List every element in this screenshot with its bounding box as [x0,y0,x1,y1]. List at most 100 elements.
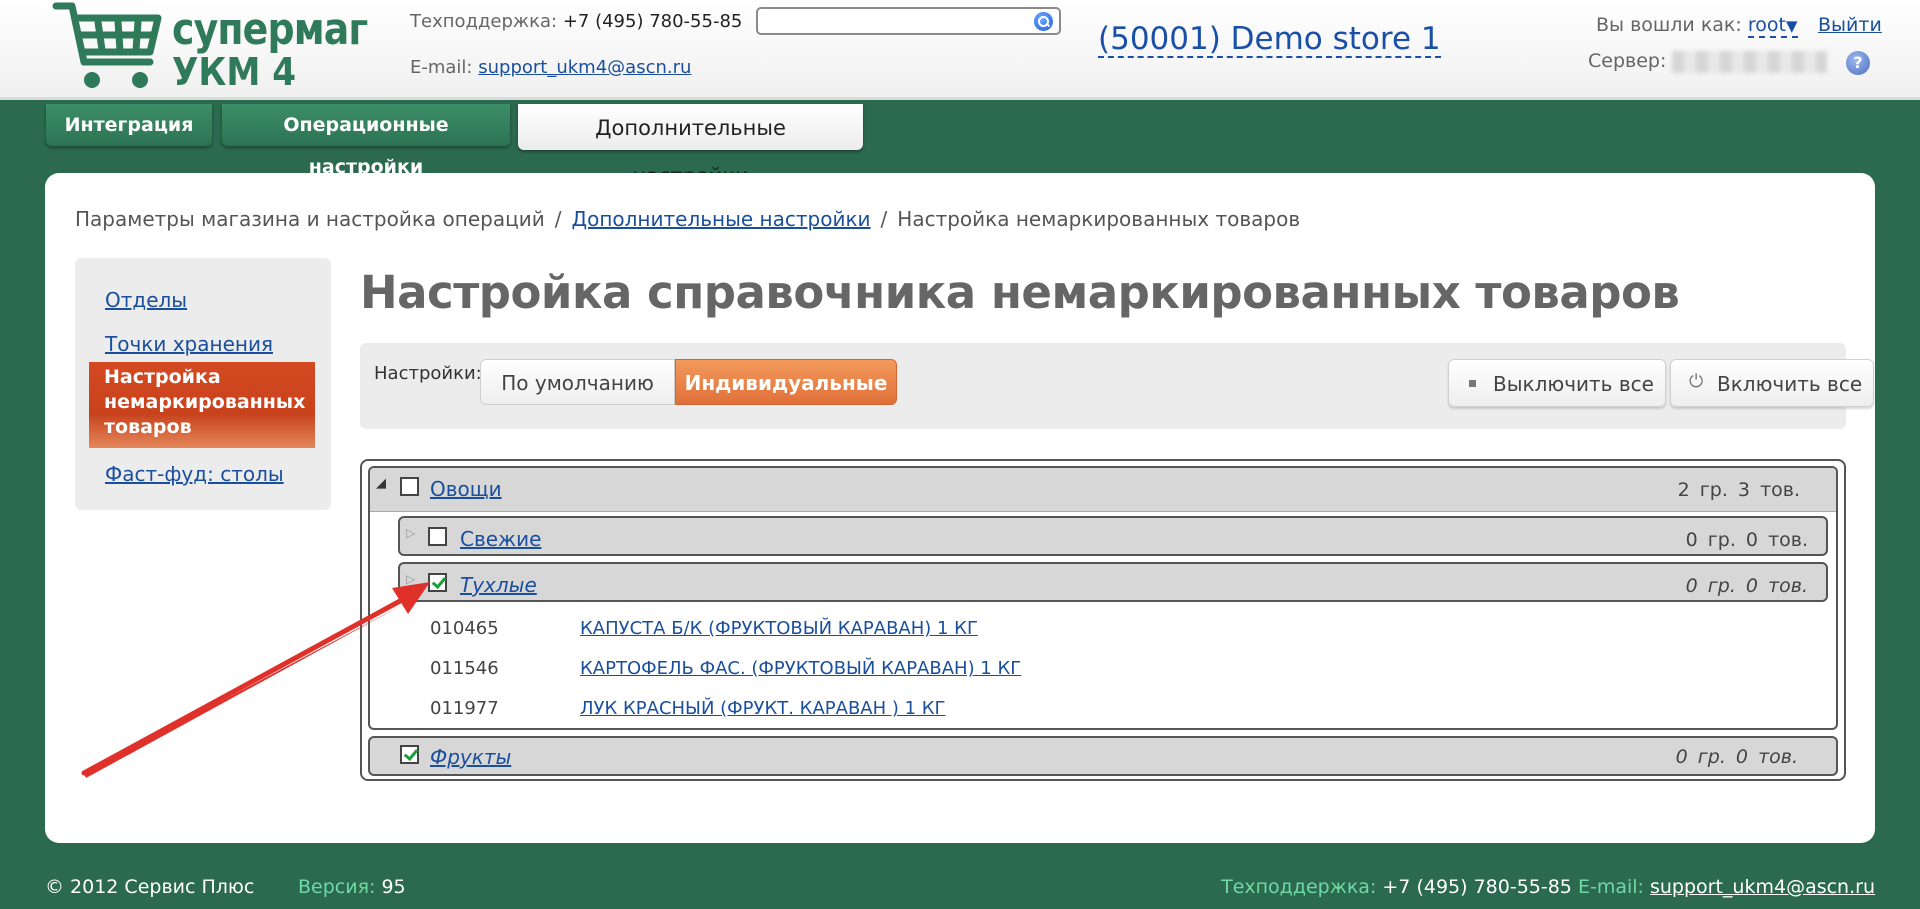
tab-operational-settings[interactable]: Операционные настройки [222,104,510,178]
settings-label: Настройки: [374,363,482,384]
sidebar-item-departments[interactable]: Отделы [105,288,187,312]
product-link[interactable]: КАПУСТА Б/К (ФРУКТОВЫЙ КАРАВАН) 1 КГ [580,618,978,639]
breadcrumb-separator: / [554,207,562,231]
mode-default-button[interactable]: По умолчанию [480,359,675,405]
main-panel: Параметры магазина и настройка операций /… [45,173,1875,843]
footer-version: Версия: 95 [298,876,406,898]
breadcrumb: Параметры магазина и настройка операций /… [75,207,1300,231]
fresh-checkbox[interactable] [428,527,447,546]
caret-down-icon: ▼ [1785,17,1798,35]
tree-node-vegetables[interactable]: Овощи [430,477,502,501]
shopping-cart-icon [52,2,162,88]
logo-subtitle: УКМ 4 [172,50,297,94]
rotten-counts: 0 гр. 0 тов. [1686,575,1808,597]
expand-triangle-icon[interactable]: ▷ [406,526,415,540]
product-code: 011546 [430,658,499,679]
item-count: 0 [1735,746,1749,768]
logo-title: супермаг [172,4,368,55]
mode-custom-button[interactable]: Индивидуальные [675,359,897,405]
breadcrumb-item-additional-settings[interactable]: Дополнительные настройки [571,207,870,231]
collapse-triangle-icon[interactable]: ◢ [376,476,386,491]
product-link[interactable]: ЛУК КРАСНЫЙ (ФРУКТ. КАРАВАН ) 1 КГ [580,698,946,719]
goods-tree: ◢ Овощи 2 гр. 3 тов. ▷ Свежие 0 гр. 0 то… [360,459,1846,781]
user-menu[interactable]: root▼ [1747,14,1798,38]
item-count: 3 [1737,479,1751,501]
power-icon: ⏻ [1689,371,1704,392]
group-abbr: гр. [1697,746,1726,768]
group-abbr: гр. [1707,529,1736,551]
tab-additional-settings[interactable]: Дополнительные настройки [518,104,863,188]
tree-node-fruits[interactable]: Фрукты [430,745,511,769]
product-code: 010465 [430,618,499,639]
support-phone: +7 (495) 780-55-85 [562,11,743,32]
group-count: 2 [1677,479,1690,501]
breadcrumb-separator: / [880,207,888,231]
disable-all-label: Выключить все [1493,372,1654,396]
logo[interactable]: супермаг УКМ 4 [52,0,368,96]
tree-row-rotten: ▷ Тухлые 0 гр. 0 тов. [398,562,1828,602]
group-count: 0 [1685,575,1698,597]
item-abbr: тов. [1768,529,1808,551]
email-link[interactable]: support_ukm4@ascn.ru [478,57,691,78]
help-icon[interactable]: ? [1846,51,1870,75]
footer-support: Техподдержка: +7 (495) 780-55-85 E-mail:… [1221,876,1875,898]
expand-triangle-icon[interactable]: ▷ [406,572,415,586]
server-label: Сервер: [1588,50,1667,72]
search-icon[interactable] [1034,12,1053,31]
tab-integration[interactable]: Интеграция [46,104,212,146]
footer-email-link[interactable]: support_ukm4@ascn.ru [1650,876,1875,898]
item-abbr: тов. [1758,746,1798,768]
vegetables-checkbox[interactable] [400,477,419,496]
store-selector[interactable]: (50001) Demo store 1 [1098,22,1441,58]
item-count: 0 [1745,575,1759,597]
tree-group-vegetables: ◢ Овощи 2 гр. 3 тов. ▷ Свежие 0 гр. 0 то… [368,466,1838,730]
product-link[interactable]: КАРТОФЕЛЬ ФАС. (ФРУКТОВЫЙ КАРАВАН) 1 КГ [580,658,1021,679]
tree-row-fresh: ▷ Свежие 0 гр. 0 тов. [398,516,1828,556]
sidebar-item-storage-points[interactable]: Точки хранения [105,332,273,356]
fruits-counts: 0 гр. 0 тов. [1676,746,1798,768]
header-email: E-mail: support_ukm4@ascn.ru [410,57,691,78]
header-support: Техподдержка: +7 (495) 780-55-85 [410,11,742,32]
settings-toolbar: Настройки: По умолчанию Индивидуальные В… [360,343,1874,429]
sidebar-item-unmarked-goods[interactable]: Настройка немаркированных товаров [89,362,315,448]
user-name: root [1747,14,1786,36]
group-count: 0 [1685,529,1698,551]
item-abbr: тов. [1768,575,1808,597]
disable-all-button[interactable]: Выключить все [1448,359,1666,407]
stop-icon [1469,380,1476,387]
item-count: 0 [1745,529,1759,551]
page-title: Настройка справочника немаркированных то… [360,266,1680,319]
header: супермаг УКМ 4 Техподдержка: +7 (495) 78… [0,0,1920,100]
logged-in-label: Вы вошли как: [1596,14,1742,36]
tree-row-vegetables: ◢ Овощи 2 гр. 3 тов. [370,468,1836,512]
footer-support-label: Техподдержка: [1221,876,1377,898]
tree-node-fresh[interactable]: Свежие [460,527,541,551]
group-count: 0 [1675,746,1688,768]
footer-copyright: © 2012 Сервис Плюс [45,876,255,898]
server-value-redacted [1672,50,1828,73]
group-abbr: гр. [1707,575,1736,597]
version-value: 95 [381,876,406,898]
footer-support-phone: +7 (495) 780-55-85 [1382,876,1572,898]
item-abbr: тов. [1760,479,1800,501]
enable-all-button[interactable]: ⏻ Включить все [1670,359,1874,407]
support-label: Техподдержка: [410,11,558,32]
vegetables-counts: 2 гр. 3 тов. [1678,479,1800,501]
group-abbr: гр. [1699,479,1728,501]
sidebar: Отделы Точки хранения Настройка немаркир… [75,258,331,510]
fruits-checkbox[interactable] [400,745,419,764]
rotten-checkbox[interactable] [428,573,447,592]
logout-link[interactable]: Выйти [1818,14,1882,36]
footer-email-label: E-mail: [1577,876,1644,898]
breadcrumb-item-store-params: Параметры магазина и настройка операций [75,207,545,231]
product-code: 011977 [430,698,499,719]
enable-all-label: Включить все [1717,372,1863,396]
tree-node-rotten[interactable]: Тухлые [460,573,537,597]
sidebar-item-fastfood-tables[interactable]: Фаст-фуд: столы [105,462,284,486]
search-input[interactable] [756,7,1061,35]
fresh-counts: 0 гр. 0 тов. [1686,529,1808,551]
breadcrumb-item-current: Настройка немаркированных товаров [897,207,1301,231]
tree-row-fruits: Фрукты 0 гр. 0 тов. [368,736,1838,776]
email-label: E-mail: [410,57,473,78]
server-info: Сервер: [1588,50,1828,73]
